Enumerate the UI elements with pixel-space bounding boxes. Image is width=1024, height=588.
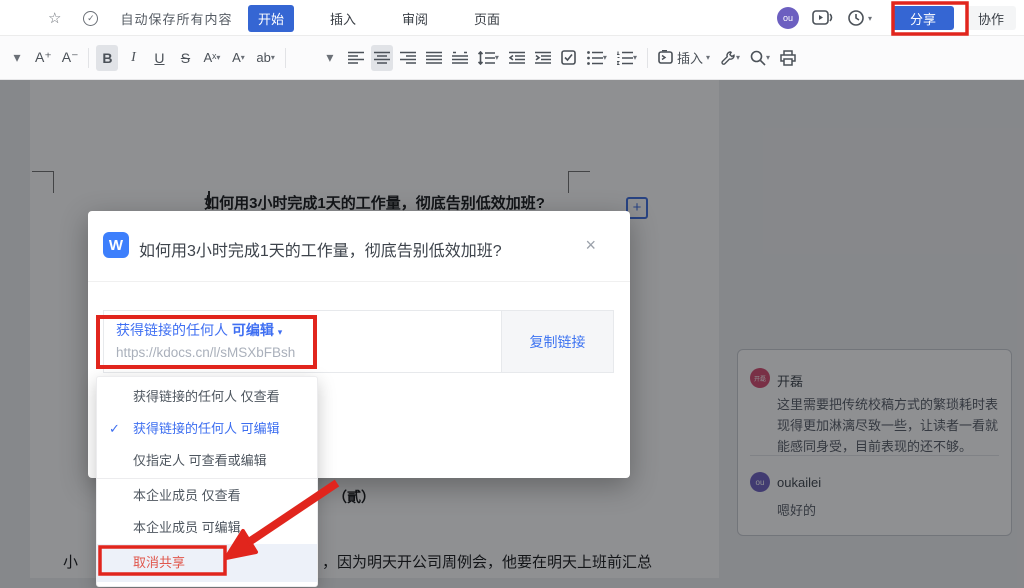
autosave-status: 自动保存所有内容 — [120, 9, 232, 28]
permission-level: 可编辑 — [232, 322, 274, 338]
font-color-button[interactable]: A▾ — [227, 45, 249, 71]
caret-down-icon: ▾ — [278, 327, 283, 337]
bullet-list-button[interactable]: ▾ — [584, 45, 610, 71]
formatting-toolbar: ▾ A⁺ A⁻ B I U S Aˣ▾ A▾ ab▾ ▾ ▾ ▾ ▾ 插入 ▾ … — [0, 36, 1024, 80]
user-avatar[interactable]: ou — [777, 7, 799, 29]
check-icon: ✓ — [109, 413, 120, 445]
strikethrough-button[interactable]: S — [174, 45, 196, 71]
permission-scope: 获得链接的任何人 — [116, 322, 232, 338]
checkbox-list-button[interactable] — [558, 45, 580, 71]
collaborate-button[interactable]: 协作 — [966, 6, 1016, 30]
caret-down-icon: ▾ — [868, 14, 872, 23]
tools-wrench-button[interactable]: ▾ — [717, 45, 743, 71]
distribute-button[interactable] — [449, 45, 471, 71]
superscript-button[interactable]: Aˣ▾ — [200, 45, 223, 71]
justify-button[interactable] — [423, 45, 445, 71]
print-button[interactable] — [777, 45, 799, 71]
wps-doc-logo-icon: W — [103, 232, 129, 258]
decrease-indent-button[interactable] — [506, 45, 528, 71]
share-button[interactable]: 分享 — [892, 6, 954, 30]
dialog-title: 如何用3小时完成1天的工作量，彻底告别低效加班? — [139, 237, 502, 261]
font-increase-button[interactable]: A⁺ — [32, 45, 55, 71]
caret-down-icon: ▾ — [736, 53, 740, 62]
ribbon-tabs: 开始 插入 审阅 页面 — [248, 0, 510, 36]
insert-object-button[interactable]: 插入 ▾ — [655, 45, 713, 71]
copy-link-button[interactable]: 复制链接 — [530, 332, 586, 352]
align-left-button[interactable] — [345, 45, 367, 71]
search-button[interactable]: ▾ — [747, 45, 773, 71]
autosave-check-icon: ✓ — [83, 11, 98, 26]
menu-item-anyone-edit[interactable]: ✓获得链接的任何人 可编辑 — [97, 413, 317, 445]
present-icon[interactable] — [811, 8, 835, 28]
increase-indent-button[interactable] — [532, 45, 554, 71]
dialog-divider — [88, 281, 630, 282]
copy-link-area: 复制链接 — [501, 311, 613, 372]
permission-menu: 获得链接的任何人 仅查看 ✓获得链接的任何人 可编辑 仅指定人 可查看或编辑 本… — [96, 376, 318, 587]
italic-button[interactable]: I — [122, 45, 144, 71]
caret-down-icon: ▾ — [241, 53, 245, 62]
overflow-caret-icon[interactable]: ▾ — [6, 45, 28, 71]
title-bar: ☆ ✓ 自动保存所有内容 开始 插入 审阅 页面 ou ▾ 分享 协作 — [0, 0, 1024, 36]
highlight-color-button[interactable]: ab▾ — [253, 45, 277, 71]
caret-down-icon: ▾ — [271, 53, 275, 62]
caret-down-icon: ▾ — [495, 53, 499, 62]
align-center-button[interactable] — [371, 45, 393, 71]
menu-item-company-edit[interactable]: 本企业成员 可编辑 — [97, 512, 317, 544]
toolbar-divider — [647, 48, 648, 68]
line-spacing-button[interactable]: ▾ — [475, 45, 502, 71]
numbered-list-button[interactable]: ▾ — [614, 45, 640, 71]
caret-down-icon: ▾ — [706, 53, 710, 62]
close-icon[interactable]: × — [585, 235, 596, 256]
tab-review[interactable]: 审阅 — [392, 5, 438, 32]
caret-down-icon: ▾ — [216, 53, 220, 62]
share-link-row: 获得链接的任何人 可编辑 ▾ https://kdocs.cn/l/sMSXbF… — [103, 310, 614, 373]
menu-item-anyone-view[interactable]: 获得链接的任何人 仅查看 — [97, 381, 317, 413]
permission-dropdown[interactable]: 获得链接的任何人 可编辑 ▾ https://kdocs.cn/l/sMSXbF… — [104, 311, 501, 372]
align-right-button[interactable] — [397, 45, 419, 71]
menu-item-company-view[interactable]: 本企业成员 仅查看 — [97, 480, 317, 512]
toolbar-divider — [285, 48, 286, 68]
font-decrease-button[interactable]: A⁻ — [59, 45, 82, 71]
caret-down-icon: ▾ — [633, 53, 637, 62]
bold-button[interactable]: B — [96, 45, 118, 71]
menu-item-specified-people[interactable]: 仅指定人 可查看或编辑 — [97, 445, 317, 477]
star-icon[interactable]: ☆ — [48, 9, 61, 27]
tab-page[interactable]: 页面 — [464, 5, 510, 32]
tab-insert[interactable]: 插入 — [320, 5, 366, 32]
font-size-caret-icon[interactable]: ▾ — [319, 45, 341, 71]
caret-down-icon: ▾ — [603, 53, 607, 62]
history-dropdown[interactable]: ▾ — [847, 9, 872, 27]
menu-item-cancel-share[interactable]: 取消共享 — [97, 544, 317, 582]
underline-button[interactable]: U — [148, 45, 170, 71]
menu-divider — [97, 478, 317, 479]
caret-down-icon: ▾ — [766, 53, 770, 62]
share-link-url: https://kdocs.cn/l/sMSXbFBsh — [116, 345, 489, 360]
tab-home[interactable]: 开始 — [248, 5, 294, 32]
toolbar-divider — [88, 48, 89, 68]
